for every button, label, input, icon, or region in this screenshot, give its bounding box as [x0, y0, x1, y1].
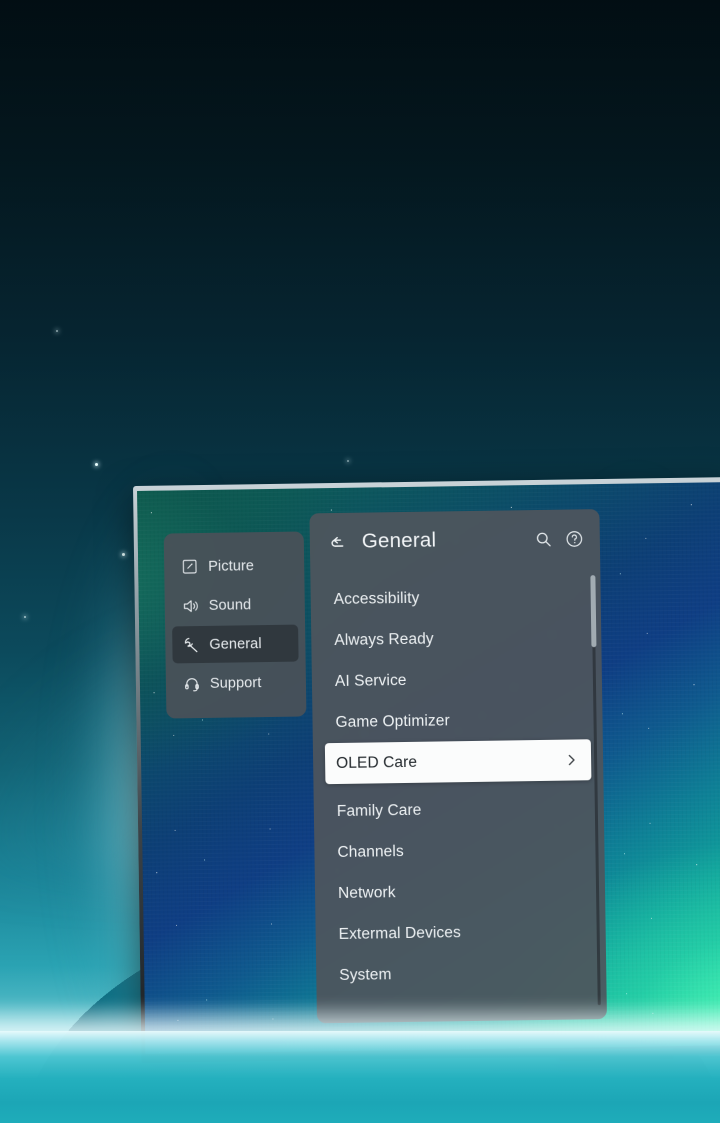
wrench-icon	[181, 635, 200, 654]
menu-item-game-optimizer[interactable]: Game Optimizer	[324, 698, 591, 743]
scene-root: Picture Sound General Support General Ac…	[0, 0, 720, 1123]
menu-item-label: Always Ready	[334, 630, 434, 649]
menu-item-family-care[interactable]: Family Care	[326, 787, 593, 832]
sidebar-item-label: General	[209, 635, 262, 653]
settings-content-panel: General Accessibility Always Ready AI Se…	[309, 509, 607, 1024]
menu-item-label: Channels	[337, 842, 404, 861]
menu-item-label: Extermal Devices	[338, 923, 461, 943]
sidebar-item-general[interactable]: General	[172, 624, 299, 664]
sidebar-item-support[interactable]: Support	[173, 664, 300, 703]
star-speck	[347, 460, 349, 462]
star-speck	[103, 1096, 106, 1099]
sidebar-item-sound[interactable]: Sound	[172, 586, 299, 625]
webos-settings-overlay: Picture Sound General Support General Ac…	[137, 482, 720, 1054]
menu-item-label: Game Optimizer	[335, 711, 450, 731]
menu-item-label: Network	[337, 883, 396, 902]
star-speck	[95, 463, 98, 466]
menu-item-accessibility[interactable]: Accessibility	[322, 575, 589, 620]
tv-stand-foot	[559, 1048, 674, 1061]
menu-item-always-ready[interactable]: Always Ready	[323, 616, 590, 661]
sidebar-item-picture[interactable]: Picture	[171, 547, 298, 586]
menu-item-channels[interactable]: Channels	[326, 828, 593, 873]
page-title: General	[361, 528, 437, 553]
star-speck	[56, 330, 58, 332]
back-arrow-icon[interactable]	[327, 531, 348, 552]
help-circle-icon[interactable]	[565, 529, 584, 548]
scrollbar-thumb[interactable]	[590, 575, 597, 648]
chevron-right-icon	[564, 752, 579, 767]
menu-item-ai-service[interactable]: AI Service	[324, 657, 591, 702]
picture-icon	[180, 557, 199, 576]
tv-screen: Picture Sound General Support General Ac…	[137, 482, 720, 1054]
sidebar-item-label: Picture	[208, 557, 255, 575]
settings-sidebar: Picture Sound General Support	[163, 531, 307, 719]
sidebar-item-label: Support	[209, 674, 262, 692]
star-speck	[24, 616, 26, 618]
menu-item-network[interactable]: Network	[327, 869, 594, 914]
menu-item-label: OLED Care	[336, 753, 418, 772]
menu-item-label: AI Service	[334, 671, 407, 690]
panel-header: General	[309, 509, 600, 571]
menu-item-label: Family Care	[336, 801, 422, 820]
speaker-icon	[181, 596, 200, 615]
menu-item-label: Accessibility	[333, 589, 420, 608]
menu-item-label: System	[339, 965, 392, 984]
sidebar-item-label: Sound	[208, 596, 252, 614]
headset-icon	[182, 674, 201, 693]
settings-menu-list: Accessibility Always Ready AI Service Ga…	[310, 567, 606, 996]
menu-item-system[interactable]: System	[328, 951, 595, 996]
menu-item-external-devices[interactable]: Extermal Devices	[327, 910, 594, 955]
star-speck	[122, 553, 125, 556]
header-actions	[534, 529, 584, 549]
tv-device: Picture Sound General Support General Ac…	[133, 477, 720, 1063]
search-icon[interactable]	[534, 529, 553, 548]
menu-item-oled-care[interactable]: OLED Care	[324, 739, 592, 785]
